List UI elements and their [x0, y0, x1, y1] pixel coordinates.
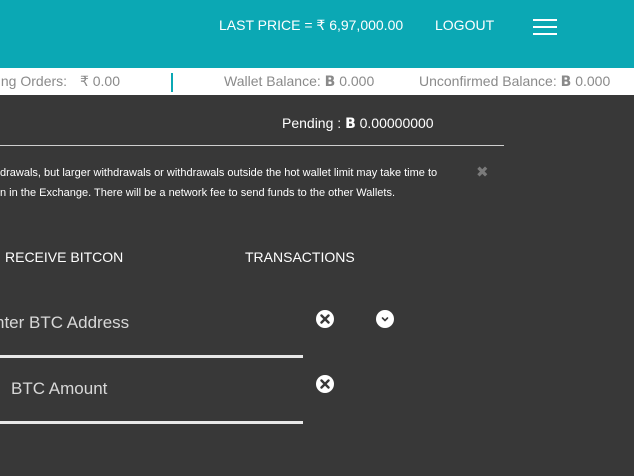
amount-underline	[0, 421, 303, 424]
bitcoin-icon: B	[560, 74, 572, 90]
wallet-balance: Wallet Balance: B 0.000	[224, 73, 374, 90]
wallet-page: LAST PRICE = ₹ 6,97,000.00 LOGOUT ding O…	[0, 0, 634, 476]
clear-amount-button[interactable]	[316, 375, 334, 393]
wallet-balance-label: Wallet Balance:	[224, 73, 321, 89]
hamburger-bar	[533, 19, 557, 21]
withdrawal-notice: drawals, but larger withdrawals or withd…	[0, 163, 460, 203]
close-icon	[320, 379, 330, 389]
clear-address-button[interactable]	[316, 310, 334, 328]
balance-ticker: ding Orders: ₹ 0.00 Wallet Balance: B 0.…	[0, 68, 634, 95]
btc-amount-field	[0, 379, 306, 424]
hamburger-icon[interactable]	[533, 18, 557, 36]
address-underline	[0, 355, 303, 358]
last-price: LAST PRICE = ₹ 6,97,000.00	[219, 17, 404, 33]
notice-line: drawals, but larger withdrawals or withd…	[0, 167, 438, 179]
btc-amount-input[interactable]	[11, 379, 306, 399]
chevron-down-icon	[381, 317, 389, 322]
tab-receive-bitcoin[interactable]: RECEIVE BITCON	[5, 249, 123, 265]
pending-orders-value: ₹ 0.00	[79, 73, 120, 89]
hamburger-bar	[533, 33, 557, 35]
bitcoin-icon: B	[324, 74, 336, 90]
top-bar: LAST PRICE = ₹ 6,97,000.00 LOGOUT	[0, 0, 634, 68]
close-icon[interactable]: ✖	[476, 163, 489, 181]
pending-balance: Pending : B 0.00000000	[282, 115, 434, 132]
pending-divider	[0, 145, 504, 146]
pending-orders-label: ding Orders:	[0, 73, 68, 89]
wallet-balance-value: 0.000	[339, 73, 375, 89]
pending-label: Pending :	[282, 115, 342, 131]
unconfirmed-balance-label: Unconfirmed Balance:	[419, 73, 557, 89]
ticker-divider	[171, 73, 173, 92]
close-icon	[320, 314, 330, 324]
btc-address-input[interactable]	[0, 313, 290, 333]
pending-value: 0.00000000	[359, 115, 434, 131]
bitcoin-icon: B	[345, 116, 356, 132]
hamburger-bar	[533, 26, 557, 28]
notice-line: n in the Exchange. There will be a netwo…	[0, 187, 396, 199]
btc-address-field	[0, 313, 303, 358]
tab-transactions[interactable]: TRANSACTIONS	[245, 249, 355, 265]
address-dropdown-button[interactable]	[376, 310, 394, 328]
unconfirmed-balance: Unconfirmed Balance: B 0.000	[419, 73, 610, 90]
logout-link[interactable]: LOGOUT	[435, 17, 494, 33]
unconfirmed-balance-value: 0.000	[575, 73, 611, 89]
pending-orders: ding Orders: ₹ 0.00	[0, 73, 120, 90]
